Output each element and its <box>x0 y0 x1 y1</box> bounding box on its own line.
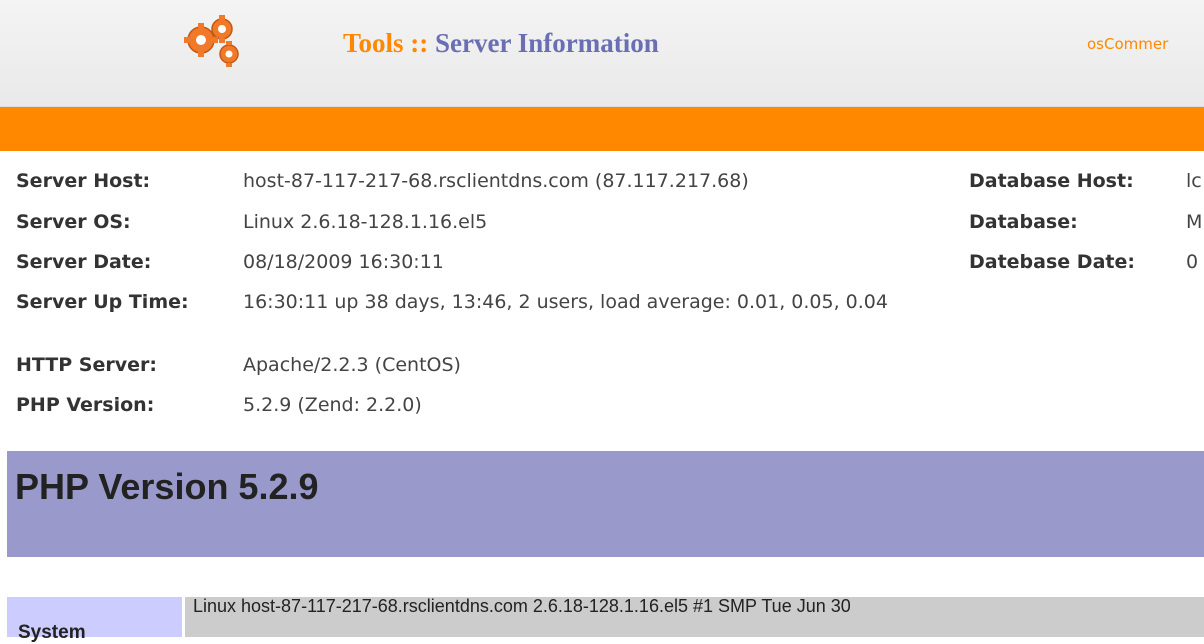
server-os-label: Server OS: <box>16 211 131 233</box>
server-host-value: host-87-117-217-68.rsclientdns.com (87.1… <box>243 170 749 192</box>
database-host-label: Database Host: <box>969 170 1134 192</box>
system-label: System <box>18 622 86 643</box>
gears-icon <box>184 15 239 67</box>
database-date-label: Datebase Date: <box>969 251 1135 273</box>
database-host-value: lc <box>1186 170 1202 192</box>
server-date-value: 08/18/2009 16:30:11 <box>243 251 444 273</box>
phpinfo-heading: PHP Version 5.2.9 <box>15 466 319 507</box>
system-value-cell: Linux host-87-117-217-68.rsclientdns.com… <box>185 596 1204 637</box>
breadcrumb-separator: :: <box>403 28 436 58</box>
server-uptime-label: Server Up Time: <box>16 291 189 313</box>
phpinfo-banner: PHP Version 5.2.9 <box>7 451 1204 557</box>
server-date-label: Server Date: <box>16 251 152 273</box>
system-value: Linux host-87-117-217-68.rsclientdns.com… <box>193 596 851 616</box>
database-label: Database: <box>969 211 1078 233</box>
http-server-label: HTTP Server: <box>16 354 157 376</box>
server-host-label: Server Host: <box>16 170 151 192</box>
title-server-information: Server Information <box>435 28 659 58</box>
breadcrumb-tools[interactable]: Tools <box>343 28 404 58</box>
page-header: Tools :: Server Information osCommer <box>0 0 1204 107</box>
server-os-value: Linux 2.6.18-128.1.16.el5 <box>243 211 488 233</box>
database-date-value: 0 <box>1186 251 1199 273</box>
page-title: Tools :: Server Information <box>343 28 659 59</box>
database-value: M <box>1186 211 1203 233</box>
system-label-cell: System <box>7 597 182 643</box>
orange-divider-bar <box>0 107 1204 151</box>
http-server-value: Apache/2.2.3 (CentOS) <box>243 354 461 376</box>
php-version-value: 5.2.9 (Zend: 2.2.0) <box>243 394 422 416</box>
php-version-label: PHP Version: <box>16 394 155 416</box>
server-uptime-value: 16:30:11 up 38 days, 13:46, 2 users, loa… <box>243 291 888 313</box>
oscommerce-link[interactable]: osCommer <box>1087 35 1168 53</box>
